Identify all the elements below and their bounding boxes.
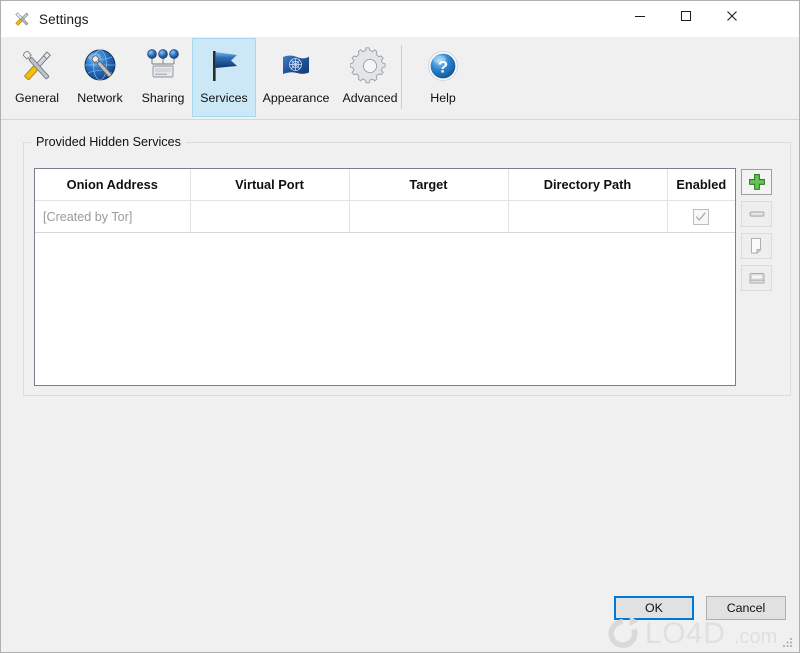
folder-icon xyxy=(749,273,764,284)
tab-help[interactable]: ? Help xyxy=(411,38,475,117)
services-table: Onion Address Virtual Port Target Direct… xyxy=(35,169,735,233)
ok-button[interactable]: OK xyxy=(614,596,694,620)
tab-help-label: Help xyxy=(430,91,456,105)
tab-sharing-label: Sharing xyxy=(141,91,185,105)
maximize-button[interactable] xyxy=(663,1,709,31)
plus-icon xyxy=(748,173,765,190)
resize-grip[interactable] xyxy=(782,636,794,648)
remove-service-button xyxy=(741,201,772,227)
tools-icon xyxy=(13,10,31,28)
column-header-virtual-port[interactable]: Virtual Port xyxy=(190,169,350,201)
add-service-button[interactable] xyxy=(741,169,772,195)
toolbar: General Network Sharing Services Appeara… xyxy=(2,37,799,119)
svg-text:.com: .com xyxy=(734,626,777,648)
network-share-icon xyxy=(142,45,184,87)
title-bar: Settings xyxy=(1,1,799,38)
tab-advanced[interactable]: Advanced xyxy=(335,38,405,117)
svg-text:?: ? xyxy=(438,58,448,77)
close-icon xyxy=(727,11,737,21)
tab-services[interactable]: Services xyxy=(192,38,256,117)
cancel-button[interactable]: Cancel xyxy=(706,596,786,620)
checkmark-icon xyxy=(696,211,706,221)
cell-onion-address[interactable]: [Created by Tor] xyxy=(35,200,191,233)
title-bar-left: Settings xyxy=(13,1,89,37)
tab-general-label: General xyxy=(14,91,60,105)
group-title: Provided Hidden Services xyxy=(31,135,186,149)
tab-general[interactable]: General xyxy=(5,38,69,117)
browse-button xyxy=(741,265,772,291)
copy-button xyxy=(741,233,772,259)
tab-network[interactable]: Network xyxy=(68,38,132,117)
cell-virtual-port[interactable] xyxy=(190,200,350,233)
globe-wrench-icon xyxy=(79,45,121,87)
tools-icon xyxy=(16,45,58,87)
cell-enabled[interactable] xyxy=(667,200,735,233)
tab-advanced-label: Advanced xyxy=(342,91,398,105)
tab-appearance-label: Appearance xyxy=(262,91,330,105)
tab-services-label: Services xyxy=(200,91,248,105)
cell-directory-path[interactable] xyxy=(508,200,668,233)
minimize-icon xyxy=(635,16,645,17)
cell-target[interactable] xyxy=(349,200,509,233)
toolbar-separator xyxy=(401,45,402,109)
minimize-button[interactable] xyxy=(617,1,663,31)
un-flag-icon xyxy=(275,45,317,87)
column-header-enabled[interactable]: Enabled xyxy=(667,169,735,201)
settings-window: Settings General Network Sharing Service… xyxy=(0,0,800,653)
flag-icon xyxy=(203,45,245,87)
tab-appearance[interactable]: Appearance xyxy=(257,38,335,117)
close-button[interactable] xyxy=(709,1,755,31)
table-header-row: Onion Address Virtual Port Target Direct… xyxy=(35,169,735,201)
minus-icon xyxy=(749,211,764,217)
tab-network-label: Network xyxy=(77,91,123,105)
services-table-container[interactable]: Onion Address Virtual Port Target Direct… xyxy=(34,168,736,386)
column-header-directory-path[interactable]: Directory Path xyxy=(508,169,668,201)
copy-icon xyxy=(750,238,762,255)
gear-icon xyxy=(349,45,391,87)
column-header-onion-address[interactable]: Onion Address xyxy=(35,169,191,201)
maximize-icon xyxy=(681,11,691,21)
window-title: Settings xyxy=(39,11,89,27)
help-icon: ? xyxy=(422,45,464,87)
column-header-target[interactable]: Target xyxy=(349,169,509,201)
toolbar-bottom-divider xyxy=(1,119,799,120)
enabled-checkbox[interactable] xyxy=(693,208,710,225)
svg-text:LO4D: LO4D xyxy=(645,617,725,650)
table-row[interactable]: [Created by Tor] xyxy=(35,200,735,233)
tab-sharing[interactable]: Sharing xyxy=(131,38,195,117)
